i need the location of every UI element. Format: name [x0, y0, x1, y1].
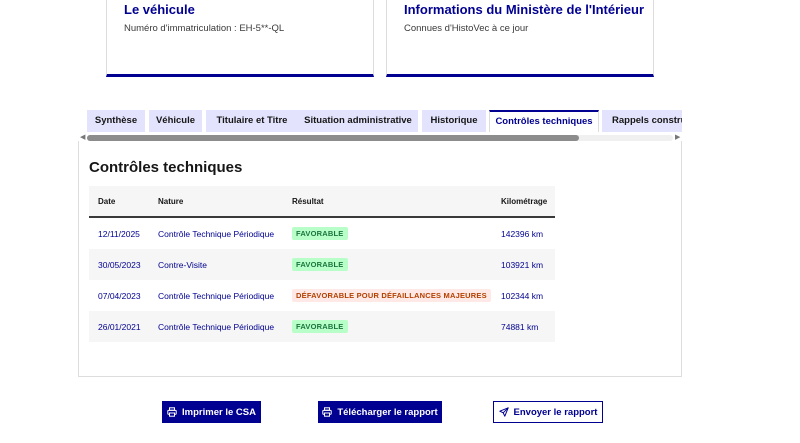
- row-result: FAVORABLE: [292, 311, 348, 342]
- table-header: Date Nature Résultat Kilométrage: [89, 186, 555, 218]
- status-badge: FAVORABLE: [292, 320, 348, 333]
- send-report-label: Envoyer le rapport: [513, 406, 598, 418]
- table-row: 30/05/2023 Contre-Visite FAVORABLE 10392…: [89, 249, 555, 280]
- row-nature: Contrôle Technique Périodique: [158, 290, 275, 301]
- printer-icon: [322, 407, 333, 417]
- vehicle-card: Le véhicule Numéro d'immatriculation : E…: [106, 0, 374, 77]
- row-km: 102344 km: [501, 290, 544, 301]
- ministry-info-card: Informations du Ministère de l'Intérieur…: [386, 0, 654, 77]
- send-icon: [498, 407, 509, 417]
- row-result: FAVORABLE: [292, 218, 348, 249]
- row-date: 30/05/2023: [98, 259, 141, 270]
- tab-list: Synthèse Véhicule Titulaire et Titre Sit…: [78, 110, 682, 132]
- status-badge: FAVORABLE: [292, 227, 348, 240]
- scroll-left-arrow-icon[interactable]: ◀: [80, 134, 85, 141]
- row-km: 142396 km: [501, 228, 544, 239]
- ministry-card-subtitle: Connues d'HistoVec à ce jour: [404, 23, 529, 34]
- ministry-card-title: Informations du Ministère de l'Intérieur: [404, 2, 645, 17]
- print-csa-button[interactable]: Imprimer le CSA: [162, 401, 261, 423]
- section-title: Contrôles techniques: [89, 159, 243, 176]
- header-date: Date: [98, 196, 116, 206]
- row-nature: Contre-Visite: [158, 259, 207, 270]
- header-nature: Nature: [158, 196, 184, 206]
- row-date: 07/04/2023: [98, 290, 141, 301]
- tab-synthese[interactable]: Synthèse: [87, 110, 145, 132]
- tab-vehicule[interactable]: Véhicule: [149, 110, 202, 132]
- vehicle-card-title: Le véhicule: [124, 2, 195, 17]
- send-report-button[interactable]: Envoyer le rapport: [493, 401, 603, 423]
- tab-historique[interactable]: Historique: [422, 110, 486, 132]
- header-resultat: Résultat: [292, 196, 324, 206]
- status-badge: FAVORABLE: [292, 258, 348, 271]
- row-date: 12/11/2025: [98, 228, 140, 239]
- tab-titulaire[interactable]: Titulaire et Titre: [206, 110, 298, 132]
- tab-rappels-constructeur[interactable]: Rappels constructeur: [602, 110, 682, 132]
- status-badge: DÉFAVORABLE POUR DÉFAILLANCES MAJEURES: [292, 289, 491, 302]
- table-row: 26/01/2021 Contrôle Technique Périodique…: [89, 311, 555, 342]
- row-km: 103921 km: [501, 259, 544, 270]
- tab-situation-administrative[interactable]: Situation administrative: [298, 110, 418, 132]
- tab-panel-controles-techniques: Contrôles techniques Date Nature Résulta…: [78, 141, 682, 377]
- inspections-table: Date Nature Résultat Kilométrage 12/11/2…: [89, 186, 555, 342]
- row-result: DÉFAVORABLE POUR DÉFAILLANCES MAJEURES: [292, 280, 491, 311]
- row-date: 26/01/2021: [98, 321, 141, 332]
- row-nature: Contrôle Technique Périodique: [158, 228, 275, 239]
- download-report-button[interactable]: Télécharger le rapport: [318, 401, 442, 423]
- header-kilometrage: Kilométrage: [501, 196, 548, 206]
- table-row: 12/11/2025 Contrôle Technique Périodique…: [89, 218, 555, 249]
- vehicle-registration: Numéro d'immatriculation : EH-5**-QL: [124, 23, 285, 34]
- tab-controles-techniques[interactable]: Contrôles techniques: [489, 110, 599, 132]
- download-report-label: Télécharger le rapport: [337, 406, 438, 418]
- scroll-right-arrow-icon[interactable]: ▶: [675, 134, 680, 141]
- printer-icon: [167, 407, 177, 417]
- print-csa-label: Imprimer le CSA: [182, 406, 256, 418]
- row-result: FAVORABLE: [292, 249, 348, 280]
- table-row: 07/04/2023 Contrôle Technique Périodique…: [89, 280, 555, 311]
- row-km: 74881 km: [501, 321, 539, 332]
- row-nature: Contrôle Technique Périodique: [158, 321, 275, 332]
